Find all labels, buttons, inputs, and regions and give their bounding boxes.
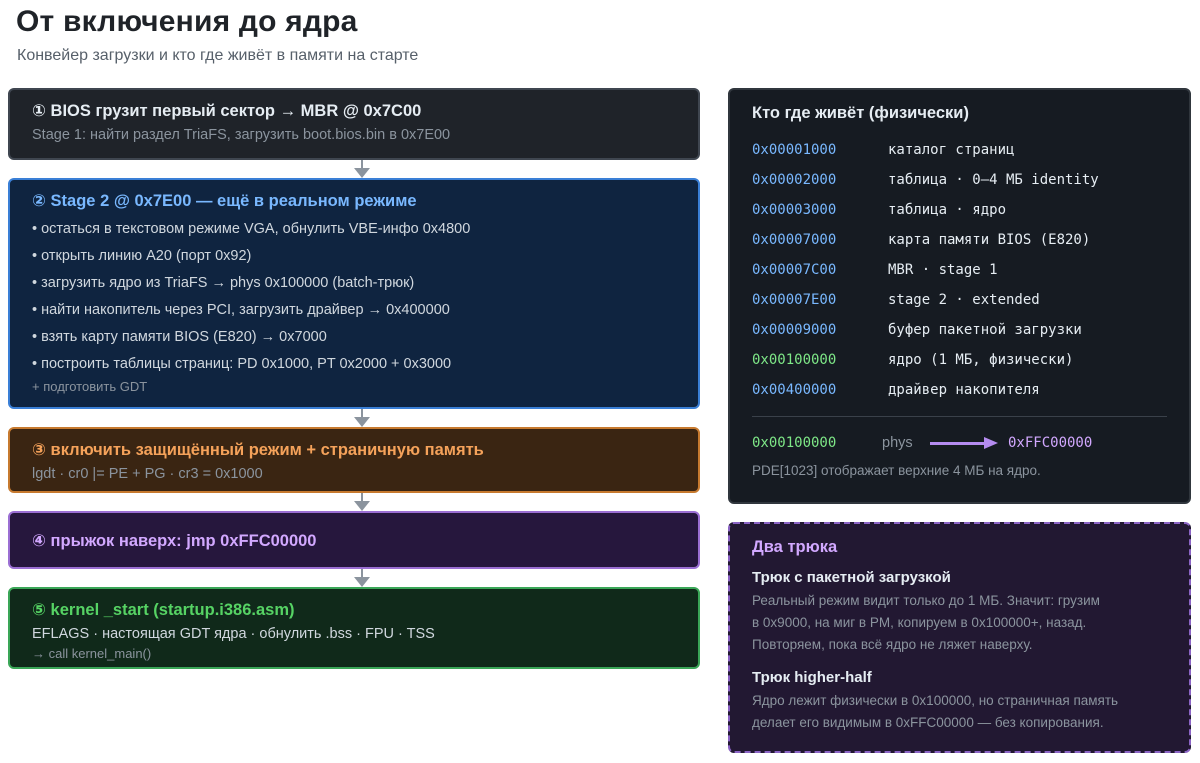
stage-footnote: + подготовить GDT — [32, 379, 148, 394]
stage-bios-mbr: ① BIOS грузит первый сектор → MBR @ 0x7C… — [8, 88, 700, 160]
memory-row: 0x00002000 таблица · 0–4 МБ identity — [752, 165, 1167, 195]
memory-map-panel: Кто где живёт (физически) 0x00001000 кат… — [728, 88, 1191, 504]
flow-arrow — [354, 409, 370, 427]
tricks-panel: Два трюка Трюк с пакетной загрузкой Реал… — [728, 522, 1191, 753]
memory-address: 0x00003000 — [752, 202, 837, 218]
trick-line: делает его видимым в 0xFFC00000 — без ко… — [752, 715, 1104, 730]
trick-title: Трюк с пакетной загрузкой — [752, 569, 951, 586]
memory-address: 0x00007000 — [752, 232, 837, 248]
flow-arrow — [354, 493, 370, 511]
memory-address: 0x00007E00 — [752, 292, 837, 308]
memory-row: 0x00007000 карта памяти BIOS (E820) — [752, 225, 1167, 255]
address-mapping: 0x00100000 phys 0xFFC00000 — [752, 431, 1167, 455]
memory-row: 0x00007E00 stage 2 · extended — [752, 285, 1167, 315]
stage-protected-mode: ③ включить защищённый режим + страничную… — [8, 427, 700, 493]
memory-address: 0x00001000 — [752, 142, 837, 158]
stage-step: • загрузить ядро из TriaFS → phys 0x1000… — [32, 275, 415, 291]
virtual-address: 0xFFC00000 — [1008, 435, 1093, 451]
memory-label: stage 2 · extended — [888, 292, 1040, 308]
trick-line: в 0x9000, на миг в PM, копируем в 0x1000… — [752, 615, 1087, 630]
memory-address: 0x00400000 — [752, 382, 837, 398]
trick-description: Реальный режим видит только до 1 МБ. Зна… — [752, 590, 1167, 656]
trick-line: Реальный режим видит только до 1 МБ. Зна… — [752, 593, 1100, 608]
flow-arrow — [354, 160, 370, 178]
memory-row: 0x00003000 таблица · ядро — [752, 195, 1167, 225]
arrow-right-icon — [930, 437, 998, 449]
stage-title: ⑤ kernel _start (startup.i386.asm) — [32, 601, 295, 619]
stage-footnote: → call kernel_main() — [32, 646, 152, 661]
tricks-title: Два трюка — [752, 538, 838, 556]
flow-arrow — [354, 569, 370, 587]
stage-title: ② Stage 2 @ 0x7E00 — ещё в реальном режи… — [32, 192, 417, 210]
trick-description: Ядро лежит физически в 0x100000, но стра… — [752, 690, 1167, 734]
memory-row: 0x00400000 драйвер накопителя — [752, 375, 1167, 405]
stage-description: Stage 1: найти раздел TriaFS, загрузить … — [32, 127, 451, 143]
stage-step: • найти накопитель через PCI, загрузить … — [32, 302, 450, 318]
memory-label: каталог страниц — [888, 142, 1015, 158]
stage-description: EFLAGS · настоящая GDT ядра · обнулить .… — [32, 626, 435, 642]
stage-step: • открыть линию A20 (порт 0x92) — [32, 248, 252, 264]
phys-label: phys — [882, 435, 913, 451]
memory-map-title: Кто где живёт (физически) — [752, 104, 969, 122]
stage-description: lgdt · cr0 |= PE + PG · cr3 = 0x1000 — [32, 466, 263, 482]
divider — [752, 416, 1167, 417]
stage-title: ① BIOS грузит первый сектор → MBR @ 0x7C… — [32, 102, 422, 120]
stage-jump-high: ④ прыжок наверх: jmp 0xFFC00000 — [8, 511, 700, 569]
physical-address: 0x00100000 — [752, 435, 837, 451]
stage-kernel-start: ⑤ kernel _start (startup.i386.asm) EFLAG… — [8, 587, 700, 669]
memory-label: карта памяти BIOS (E820) — [888, 232, 1091, 248]
memory-label: таблица · ядро — [888, 202, 1007, 218]
stage-step: • построить таблицы страниц: PD 0x1000, … — [32, 356, 452, 372]
page-title: От включения до ядра — [16, 5, 358, 38]
memory-address: 0x00009000 — [752, 322, 837, 338]
stage-title: ③ включить защищённый режим + страничную… — [32, 441, 484, 459]
trick-line: Повторяем, пока всё ядро не ляжет наверх… — [752, 637, 1033, 652]
memory-label: таблица · 0–4 МБ identity — [888, 172, 1099, 188]
trick-title: Трюк higher-half — [752, 669, 872, 686]
memory-address: 0x00002000 — [752, 172, 837, 188]
stage-step: • остаться в текстовом режиме VGA, обнул… — [32, 221, 471, 237]
memory-label: ядро (1 МБ, физически) — [888, 352, 1074, 368]
memory-address: 0x00100000 — [752, 352, 837, 368]
page-subtitle: Конвейер загрузки и кто где живёт в памя… — [17, 47, 419, 64]
stage-stage2-real-mode: ② Stage 2 @ 0x7E00 — ещё в реальном режи… — [8, 178, 700, 409]
stage-step: • взять карту памяти BIOS (E820) → 0x700… — [32, 329, 327, 345]
memory-row: 0x00001000 каталог страниц — [752, 135, 1167, 165]
memory-row: 0x00007C00 MBR · stage 1 — [752, 255, 1167, 285]
memory-label: драйвер накопителя — [888, 382, 1040, 398]
trick-line: Ядро лежит физически в 0x100000, но стра… — [752, 693, 1119, 708]
mapping-note: PDE[1023] отображает верхние 4 МБ на ядр… — [752, 463, 1041, 478]
memory-address: 0x00007C00 — [752, 262, 837, 278]
memory-label: буфер пакетной загрузки — [888, 322, 1082, 338]
memory-label: MBR · stage 1 — [888, 262, 998, 278]
stage-title: ④ прыжок наверх: jmp 0xFFC00000 — [32, 532, 317, 550]
memory-row: 0x00009000 буфер пакетной загрузки — [752, 315, 1167, 345]
memory-row: 0x00100000 ядро (1 МБ, физически) — [752, 345, 1167, 375]
